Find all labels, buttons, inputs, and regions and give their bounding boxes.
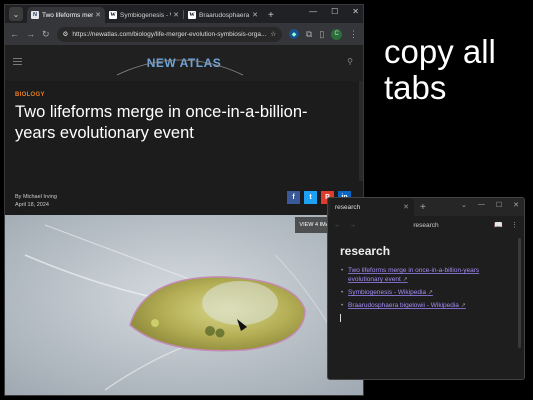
notes-tab-research[interactable]: research ✕ <box>330 198 414 216</box>
microscope-cell-image <box>5 215 363 395</box>
site-info-icon[interactable]: ⚙ <box>63 30 69 38</box>
close-tab-icon[interactable]: ✕ <box>252 11 258 19</box>
url-text: https://newatlas.com/biology/life-merger… <box>72 30 267 38</box>
facebook-share-icon[interactable]: f <box>287 191 300 204</box>
notes-tab-bar: research ✕ + ⌄ — ☐ ✕ <box>328 198 524 216</box>
link-text[interactable]: Two lifeforms merge in once-in-a-billion… <box>348 267 479 283</box>
menu-kebab-icon[interactable]: ⋮ <box>349 29 358 40</box>
caption-line-1: copy all <box>384 33 496 70</box>
link-text[interactable]: Braarudosphaera bigelowii - Wikipedia <box>348 302 459 309</box>
extension-icon[interactable]: ◆ <box>289 29 299 39</box>
tab-title: Two lifeforms merg <box>42 11 94 19</box>
new-note-tab-icon[interactable]: + <box>420 202 426 213</box>
close-tab-icon[interactable]: ✕ <box>173 11 179 19</box>
browser-toolbar: ← → ↻ ⚙ https://newatlas.com/biology/lif… <box>5 23 363 45</box>
profile-avatar[interactable]: C <box>331 28 342 40</box>
wikipedia-favicon-icon: W <box>188 11 196 19</box>
close-window-icon[interactable]: ✕ <box>352 7 359 16</box>
reload-icon[interactable]: ↻ <box>42 29 50 40</box>
hamburger-menu-icon[interactable] <box>13 58 22 67</box>
publish-date: April 18, 2024 <box>15 202 49 208</box>
side-panel-icon[interactable]: ▯ <box>319 29 324 40</box>
screen: ⌄ N Two lifeforms merg ✕ W Symbiogenesis… <box>0 0 533 400</box>
article-byline: By Michael Irving April 18, 2024 <box>15 193 57 209</box>
external-link-icon: ↗ <box>460 303 466 309</box>
close-window-icon[interactable]: ✕ <box>513 201 519 209</box>
chevron-down-icon[interactable]: ⌄ <box>461 201 467 209</box>
twitter-share-icon[interactable]: t <box>304 191 317 204</box>
minimize-icon[interactable]: — <box>309 7 317 16</box>
site-header: NEW ATLAS ⚲ <box>5 45 363 81</box>
tab-newatlas[interactable]: N Two lifeforms merg ✕ <box>27 7 105 23</box>
tab-braarudosphaera[interactable]: W Braarudosphaera bi ✕ <box>184 7 262 23</box>
maximize-icon[interactable]: ☐ <box>496 201 502 209</box>
caption-text: copy all tabs <box>384 34 496 106</box>
list-item[interactable]: Two lifeforms merge in once-in-a-billion… <box>340 266 512 285</box>
notes-scrollbar[interactable] <box>518 238 521 348</box>
notes-window: research ✕ + ⌄ — ☐ ✕ ← → research 📖 ⋮ re <box>327 197 525 380</box>
note-heading: research <box>340 244 391 258</box>
notes-nav-bar: ← → research 📖 ⋮ <box>328 216 524 234</box>
close-tab-icon[interactable]: ✕ <box>403 203 409 211</box>
author[interactable]: By Michael Irving <box>15 193 57 201</box>
article-category[interactable]: BIOLOGY <box>15 92 45 98</box>
list-item[interactable]: Braarudosphaera bigelowii - Wikipedia ↗ <box>340 301 512 311</box>
link-list: Two lifeforms merge in once-in-a-billion… <box>340 266 512 311</box>
tab-symbiogenesis[interactable]: W Symbiogenesis - Wi ✕ <box>105 7 183 23</box>
article-headline: Two lifeforms merge in once-in-a-billion… <box>15 103 308 142</box>
external-link-icon: ↗ <box>427 290 433 296</box>
window-controls: — ☐ ✕ <box>309 7 359 16</box>
external-link-icon: ↗ <box>402 277 408 283</box>
more-options-icon[interactable]: ⋮ <box>511 221 518 229</box>
back-icon[interactable]: ← <box>10 29 19 39</box>
list-item[interactable]: Symbiogenesis - Wikipedia ↗ <box>340 288 512 298</box>
note-body[interactable]: research Two lifeforms merge in once-in-… <box>328 234 524 322</box>
newatlas-favicon-icon: N <box>31 11 39 19</box>
close-tab-icon[interactable]: ✕ <box>95 11 101 19</box>
hero-image[interactable]: VIEW 4 IMAGES ⤢ <box>5 215 363 395</box>
new-tab-button[interactable]: + <box>268 10 274 21</box>
forward-icon[interactable]: → <box>26 29 35 39</box>
notes-tab-title: research <box>335 203 361 211</box>
tab-strip: ⌄ N Two lifeforms merg ✕ W Symbiogenesis… <box>5 5 363 23</box>
address-bar[interactable]: ⚙ https://newatlas.com/biology/life-merg… <box>56 26 283 42</box>
browser-window: ⌄ N Two lifeforms merg ✕ W Symbiogenesis… <box>4 4 364 396</box>
text-cursor <box>340 314 341 322</box>
notes-window-controls: ⌄ — ☐ ✕ <box>461 201 519 209</box>
bookmark-star-icon[interactable]: ☆ <box>270 30 276 38</box>
caption-line-2: tabs <box>384 69 447 106</box>
tab-search-button[interactable]: ⌄ <box>9 7 23 21</box>
link-text[interactable]: Symbiogenesis - Wikipedia <box>348 289 426 296</box>
maximize-icon[interactable]: ☐ <box>331 7 338 16</box>
tab-title: Braarudosphaera bi <box>199 11 250 19</box>
logo-arc-icon <box>116 59 244 76</box>
search-icon[interactable]: ⚲ <box>347 57 353 66</box>
page-scrollbar[interactable] <box>359 81 363 181</box>
minimize-icon[interactable]: — <box>478 201 485 209</box>
wikipedia-favicon-icon: W <box>109 11 117 19</box>
tab-title: Symbiogenesis - Wi <box>120 11 171 19</box>
reading-view-icon[interactable]: 📖 <box>494 221 503 229</box>
web-page: NEW ATLAS ⚲ BIOLOGY Two lifeforms merge … <box>5 45 363 395</box>
extensions-puzzle-icon[interactable]: ⧉ <box>306 29 312 40</box>
